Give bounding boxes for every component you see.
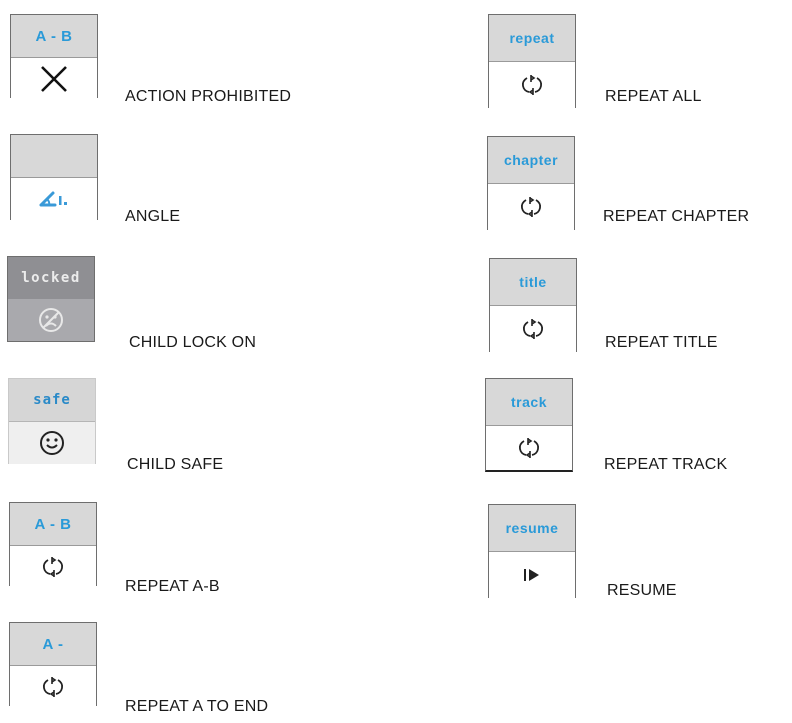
label-child-safe: CHILD SAFE (127, 456, 224, 473)
osd-icon-repeat-chapter: chapter (487, 136, 575, 230)
icon-top-text: resume (505, 520, 559, 536)
repeat-icon (42, 677, 64, 697)
osd-icon-child-safe: safe (8, 378, 96, 464)
repeat-icon (42, 557, 64, 577)
icon-top-text: title (519, 274, 547, 290)
label-action-prohibited: ACTION PROHIBITED (125, 88, 292, 105)
osd-icon-child-lock-on: locked (7, 256, 95, 342)
label-repeat-chapter: REPEAT CHAPTER (603, 208, 750, 225)
icon-top-text: repeat (509, 30, 555, 46)
repeat-icon (521, 75, 543, 95)
repeat-icon (522, 319, 544, 339)
icon-top-text: track (511, 394, 547, 410)
sad-face-icon (39, 308, 63, 332)
label-repeat-a-to-end: REPEAT A TO END (125, 698, 269, 715)
icon-top-text: locked (21, 270, 81, 286)
osd-icon-action-prohibited: A - B (10, 14, 98, 100)
icon-top-text: A - B (34, 515, 72, 533)
label-angle: ANGLE (125, 208, 181, 225)
osd-icon-repeat-title: title (489, 258, 577, 352)
osd-icon-angle (10, 134, 98, 220)
osd-icon-repeat-a-b: A - B (9, 502, 97, 588)
label-repeat-track: REPEAT TRACK (604, 456, 728, 473)
label-resume: RESUME (607, 582, 677, 599)
icon-top-text: A - (42, 635, 64, 653)
label-repeat-a-b: REPEAT A-B (125, 578, 220, 595)
angle-icon (39, 191, 67, 207)
repeat-icon (518, 438, 540, 458)
icon-top-text: A - B (35, 27, 73, 45)
osd-icon-repeat-all: repeat (488, 14, 576, 108)
label-repeat-all: REPEAT ALL (605, 88, 702, 105)
label-child-lock-on: CHILD LOCK ON (129, 334, 257, 351)
x-icon (41, 66, 67, 92)
osd-icon-resume: resume (488, 504, 576, 598)
osd-icon-repeat-track: track (485, 378, 573, 472)
icon-top-text: safe (33, 392, 71, 408)
smiley-face-icon (40, 431, 64, 455)
osd-icon-repeat-a-to-end: A - (9, 622, 97, 708)
icon-top-text: chapter (503, 152, 559, 168)
repeat-icon (520, 197, 542, 217)
label-repeat-title: REPEAT TITLE (605, 334, 718, 351)
resume-play-icon (524, 569, 539, 581)
